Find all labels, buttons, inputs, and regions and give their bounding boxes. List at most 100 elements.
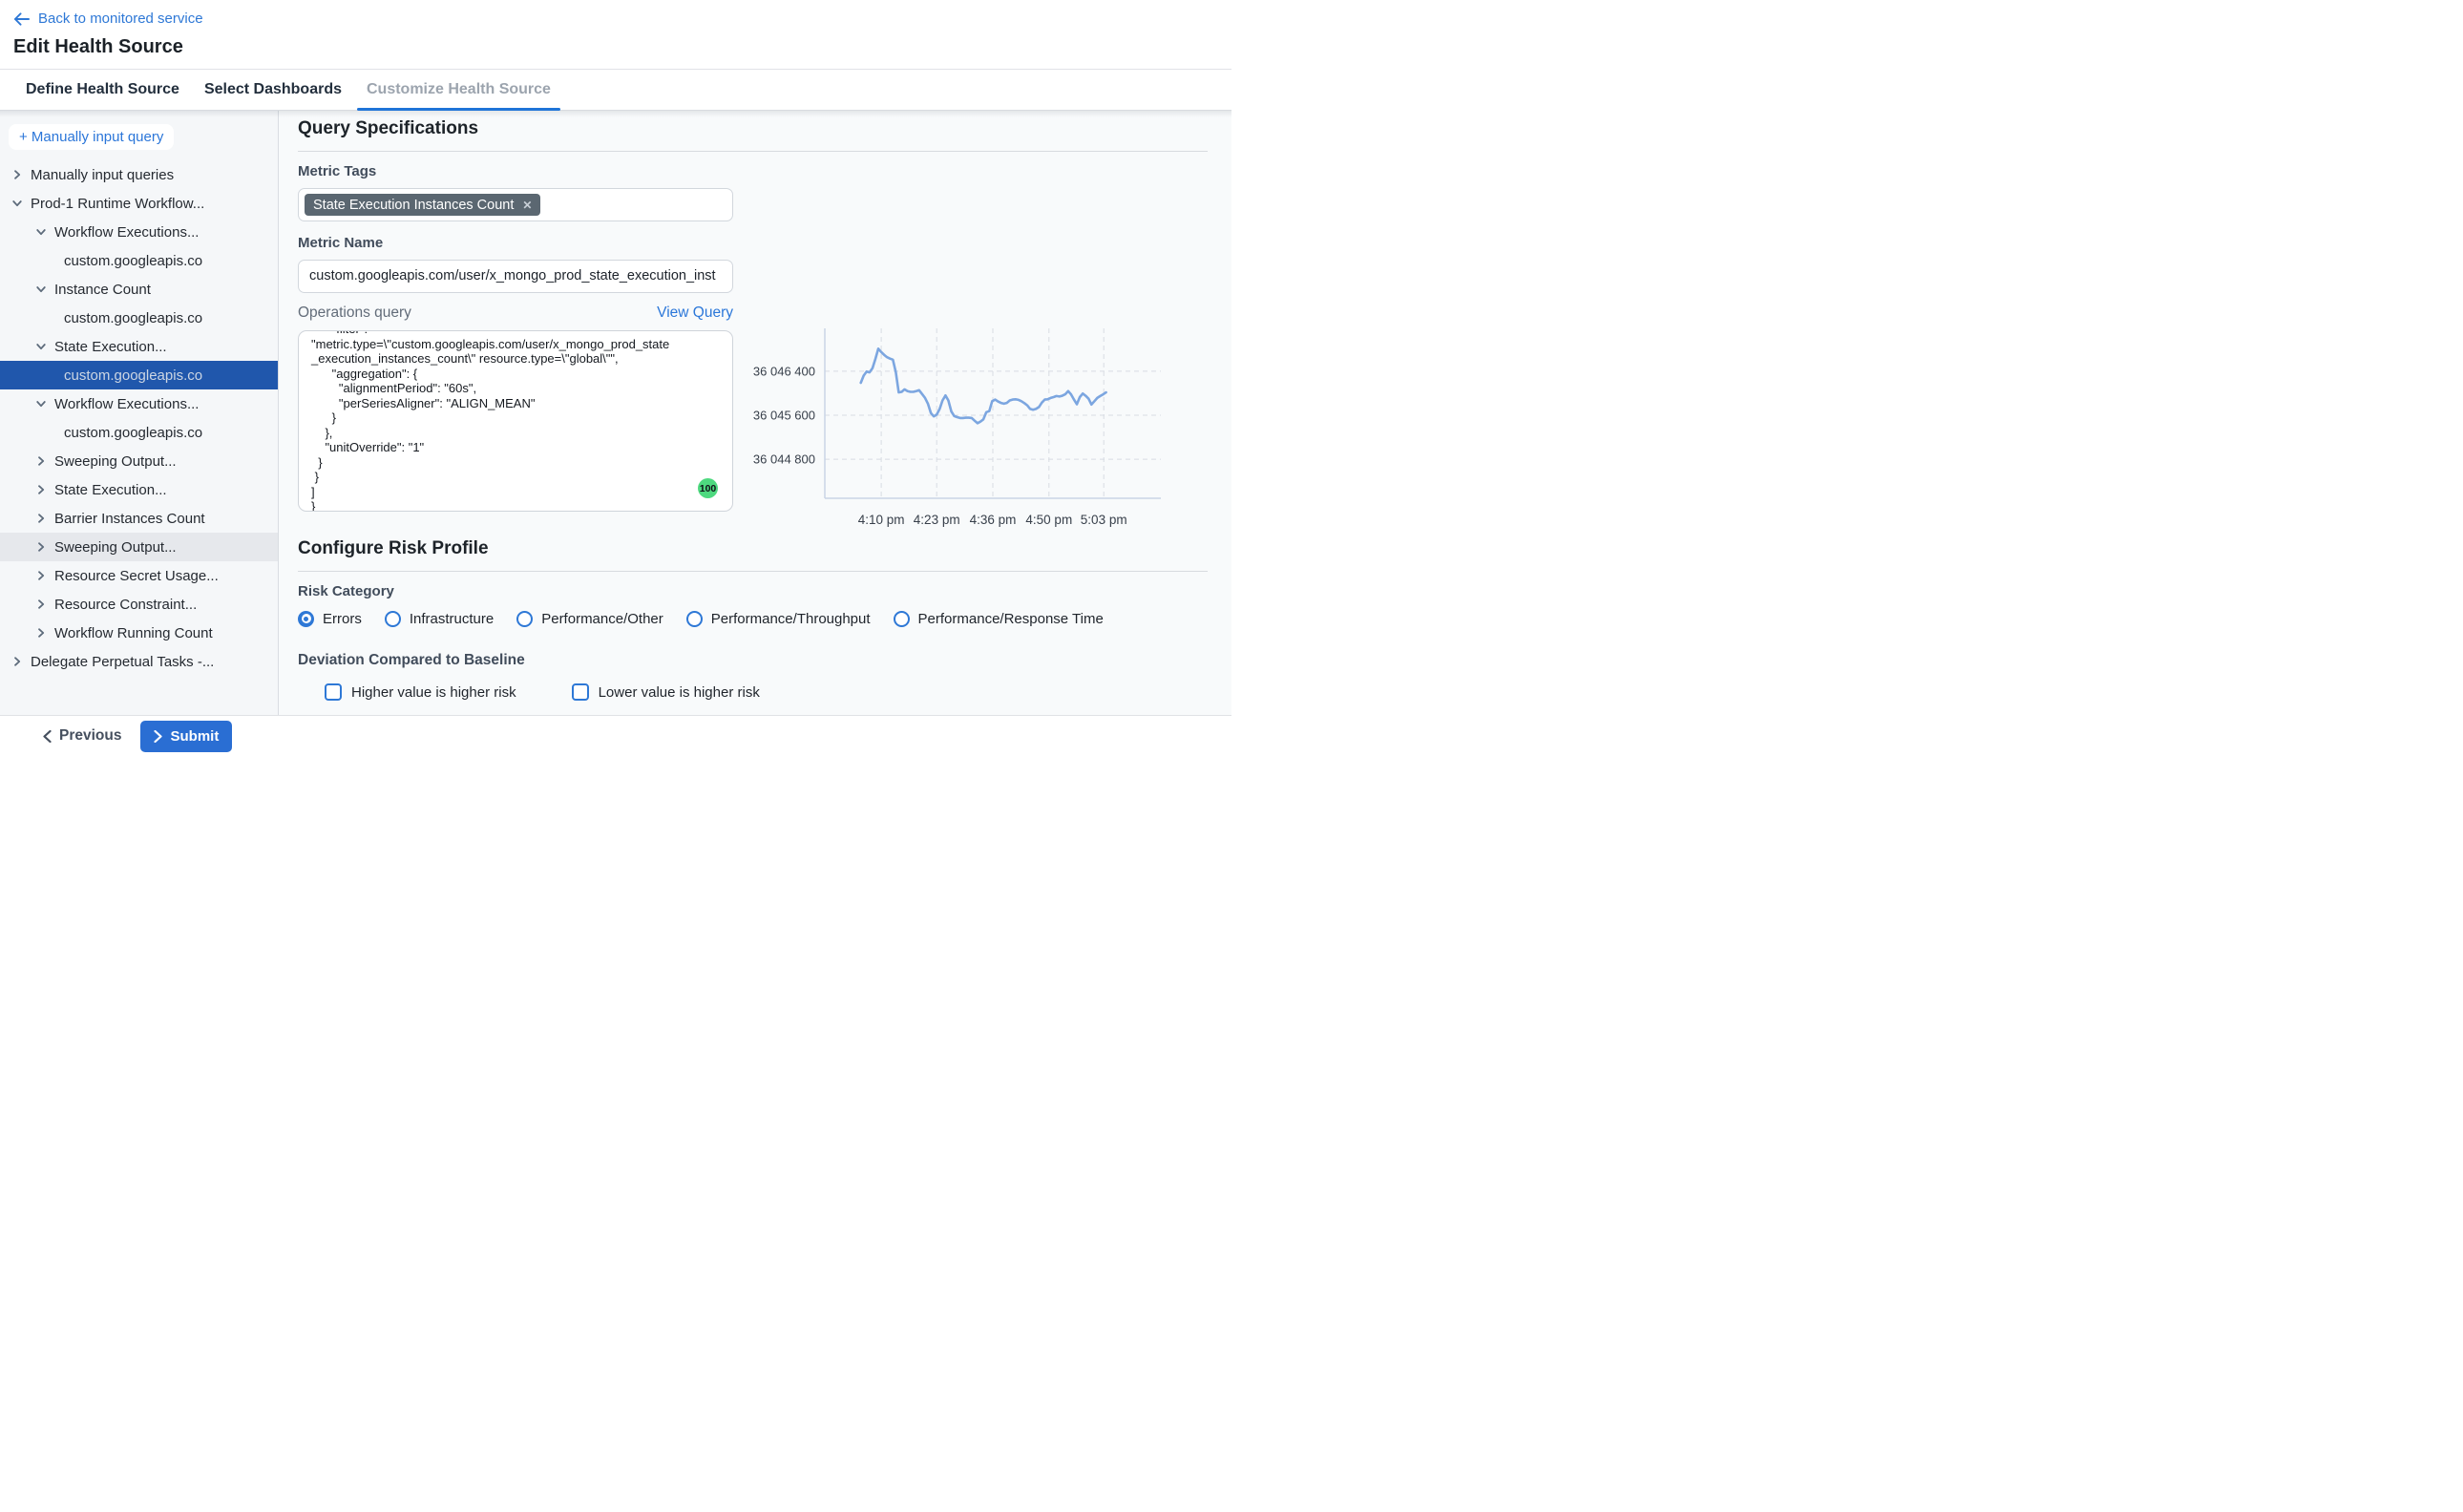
metric-tag-chip[interactable]: State Execution Instances Count ✕: [305, 194, 540, 216]
tree-item-label: Manually input queries: [31, 167, 174, 183]
checkbox-higher-value-is-higher-risk[interactable]: Higher value is higher risk: [325, 683, 516, 701]
back-link-label: Back to monitored service: [38, 10, 203, 27]
chevron-right-icon[interactable]: [11, 656, 23, 667]
chevron-right-icon[interactable]: [35, 513, 47, 524]
chevron-right-icon[interactable]: [35, 455, 47, 467]
line-chart: 36 046 40036 045 60036 044 8004:10 pm4:2…: [735, 319, 1184, 538]
tree-item-label: Resource Constraint...: [54, 597, 197, 613]
radio-circle-icon[interactable]: [686, 611, 703, 627]
tree-item-workflow-running-count[interactable]: Workflow Running Count: [0, 619, 278, 647]
chevron-down-icon[interactable]: [35, 226, 47, 238]
tree-item-workflow-executions[interactable]: Workflow Executions...: [0, 389, 278, 418]
chevron-down-icon[interactable]: [35, 398, 47, 410]
back-to-monitored-service-link[interactable]: Back to monitored service: [13, 10, 203, 27]
chevron-right-icon[interactable]: [11, 169, 23, 180]
view-query-link[interactable]: View Query: [657, 304, 733, 322]
wizard-footer: Previous Submit: [0, 715, 1232, 756]
svg-text:4:10 pm: 4:10 pm: [858, 513, 905, 527]
radio-circle-icon[interactable]: [894, 611, 910, 627]
metric-tags-label: Metric Tags: [298, 163, 1232, 180]
radio-performance-throughput[interactable]: Performance/Throughput: [686, 611, 871, 627]
metric-name-input[interactable]: custom.googleapis.com/user/x_mongo_prod_…: [298, 260, 733, 293]
tree-item-label: Barrier Instances Count: [54, 511, 205, 527]
submit-button-label: Submit: [170, 728, 219, 745]
tree-item-label: Workflow Executions...: [54, 224, 199, 241]
previous-button[interactable]: Previous: [43, 727, 121, 745]
tree-item-instance-count[interactable]: Instance Count: [0, 275, 278, 304]
chevron-down-icon[interactable]: [11, 198, 23, 209]
chevron-down-icon[interactable]: [35, 341, 47, 352]
tree-item-label: Workflow Running Count: [54, 625, 213, 641]
tree-item-custom-googleapis-co[interactable]: custom.googleapis.co: [0, 246, 278, 275]
chevron-right-icon[interactable]: [35, 570, 47, 581]
radio-errors[interactable]: Errors: [298, 611, 362, 627]
checkbox-box-icon[interactable]: [325, 683, 342, 701]
tab-select-dashboards[interactable]: Select Dashboards: [192, 70, 354, 110]
deviation-baseline-label: Deviation Compared to Baseline: [298, 652, 1232, 670]
tree-item-label: Sweeping Output...: [54, 539, 177, 556]
chevron-right-icon[interactable]: [35, 598, 47, 610]
radio-circle-icon[interactable]: [385, 611, 401, 627]
tree-item-label: State Execution...: [54, 339, 167, 355]
tree-item-sweeping-output[interactable]: Sweeping Output...: [0, 447, 278, 475]
tree-item-resource-secret-usage[interactable]: Resource Secret Usage...: [0, 561, 278, 590]
chevron-down-icon[interactable]: [35, 284, 47, 295]
configure-risk-profile-heading: Configure Risk Profile: [298, 538, 1232, 561]
chevron-right-icon[interactable]: [35, 627, 47, 639]
tree-item-label: Prod-1 Runtime Workflow...: [31, 196, 204, 212]
tree-item-custom-googleapis-co[interactable]: custom.googleapis.co: [0, 304, 278, 332]
checkbox-box-icon[interactable]: [572, 683, 589, 701]
chevron-right-icon: [154, 730, 162, 743]
main-panel: Query Specifications Metric Tags State E…: [279, 111, 1232, 715]
radio-performance-response-time[interactable]: Performance/Response Time: [894, 611, 1104, 627]
radio-performance-other[interactable]: Performance/Other: [516, 611, 663, 627]
chevron-right-icon[interactable]: [35, 484, 47, 495]
tree-item-sweeping-output[interactable]: Sweeping Output...: [0, 533, 278, 561]
checkbox-lower-value-is-higher-risk[interactable]: Lower value is higher risk: [572, 683, 760, 701]
radio-circle-icon[interactable]: [298, 611, 314, 627]
metric-tags-input[interactable]: State Execution Instances Count ✕: [298, 188, 733, 221]
chevron-left-icon: [43, 730, 52, 743]
remove-tag-icon[interactable]: ✕: [522, 200, 532, 211]
radio-label: Performance/Throughput: [711, 611, 871, 627]
checkbox-label: Lower value is higher risk: [599, 684, 760, 701]
tree-item-label: State Execution...: [54, 482, 167, 498]
tree-item-manually-input-queries[interactable]: Manually input queries: [0, 160, 278, 189]
radio-label: Infrastructure: [410, 611, 494, 627]
tree-item-state-execution[interactable]: State Execution...: [0, 475, 278, 504]
radio-infrastructure[interactable]: Infrastructure: [385, 611, 494, 627]
add-manual-query-button[interactable]: + Manually input query: [9, 124, 174, 150]
metric-preview-chart: 36 046 40036 045 60036 044 8004:10 pm4:2…: [735, 319, 1184, 538]
svg-text:5:03 pm: 5:03 pm: [1081, 513, 1127, 527]
radio-label: Performance/Response Time: [918, 611, 1104, 627]
svg-text:4:23 pm: 4:23 pm: [914, 513, 960, 527]
tab-customize-health-source[interactable]: Customize Health Source: [354, 70, 563, 110]
tree-item-custom-googleapis-co[interactable]: custom.googleapis.co: [0, 361, 278, 389]
tree-item-prod-1-runtime-workflow[interactable]: Prod-1 Runtime Workflow...: [0, 189, 278, 218]
section-divider: [298, 151, 1208, 152]
query-score-badge: 100: [698, 478, 718, 498]
tree-item-delegate-perpetual-tasks[interactable]: Delegate Perpetual Tasks -...: [0, 647, 278, 676]
tree-item-label: custom.googleapis.co: [64, 368, 202, 384]
tab-define-health-source[interactable]: Define Health Source: [13, 70, 192, 110]
tree-item-custom-googleapis-co[interactable]: custom.googleapis.co: [0, 418, 278, 447]
radio-label: Errors: [323, 611, 362, 627]
tree-item-workflow-executions[interactable]: Workflow Executions...: [0, 218, 278, 246]
tree-item-label: Workflow Executions...: [54, 396, 199, 412]
submit-button[interactable]: Submit: [140, 721, 232, 752]
tree-item-state-execution[interactable]: State Execution...: [0, 332, 278, 361]
tree-item-label: custom.googleapis.co: [64, 425, 202, 441]
checkbox-label: Higher value is higher risk: [351, 684, 516, 701]
page-header: Back to monitored service Edit Health So…: [0, 0, 1232, 70]
deviation-checkboxes: Higher value is higher risk Lower value i…: [298, 683, 1232, 701]
radio-label: Performance/Other: [541, 611, 663, 627]
operations-query-editor[interactable]: "filter": "metric.type=\"custom.googleap…: [298, 330, 733, 512]
tree-item-barrier-instances-count[interactable]: Barrier Instances Count: [0, 504, 278, 533]
radio-circle-icon[interactable]: [516, 611, 533, 627]
tree-item-resource-constraint[interactable]: Resource Constraint...: [0, 590, 278, 619]
wizard-tabs: Define Health SourceSelect DashboardsCus…: [0, 70, 1232, 111]
tree-item-label: Sweeping Output...: [54, 453, 177, 470]
chevron-right-icon[interactable]: [35, 541, 47, 553]
query-tree-sidebar: + Manually input query Manually input qu…: [0, 111, 279, 715]
operations-query-row: Operations query View Query: [298, 304, 733, 323]
